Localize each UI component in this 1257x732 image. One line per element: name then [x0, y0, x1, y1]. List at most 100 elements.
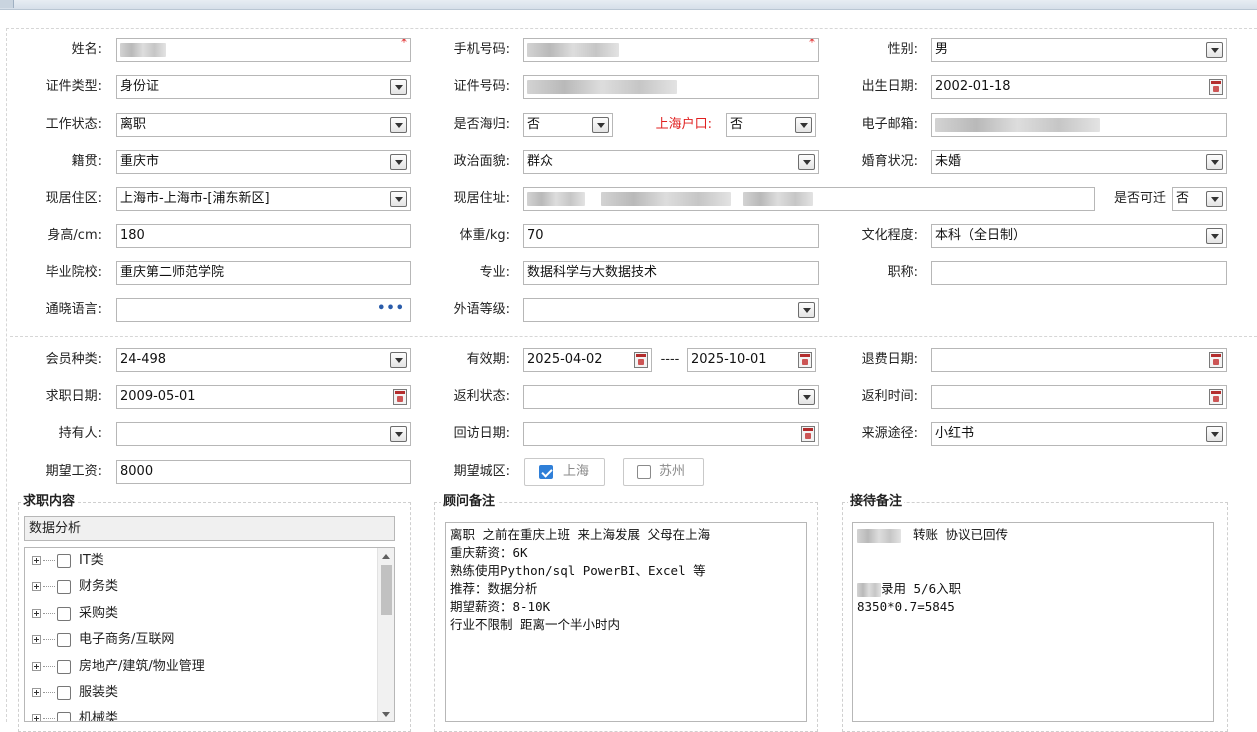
calendar-icon[interactable] — [634, 352, 648, 368]
expand-icon[interactable] — [32, 609, 41, 618]
ellipsis-icon[interactable]: ••• — [377, 302, 405, 316]
rebate-time-input[interactable] — [931, 385, 1227, 409]
chevron-down-icon[interactable] — [1206, 154, 1223, 170]
calendar-icon[interactable] — [393, 389, 407, 405]
chevron-down-icon[interactable] — [390, 352, 407, 368]
chevron-down-icon[interactable] — [390, 426, 407, 442]
redacted-address — [743, 191, 814, 206]
name-input[interactable]: * — [116, 38, 411, 62]
chevron-down-icon[interactable] — [390, 79, 407, 95]
chevron-down-icon[interactable] — [1206, 426, 1223, 442]
checkbox-icon[interactable] — [57, 712, 71, 721]
valid-from-input[interactable]: 2025-04-02 — [523, 348, 652, 372]
birth-date-input[interactable]: 2002-01-18 — [931, 75, 1227, 99]
section-divider — [10, 336, 1257, 337]
languages-input[interactable]: ••• — [116, 298, 411, 322]
calendar-icon[interactable] — [798, 352, 812, 368]
checkbox-icon[interactable] — [637, 465, 651, 479]
expand-icon[interactable] — [32, 688, 41, 697]
relocate-value: 否 — [1176, 191, 1190, 206]
checkbox-icon[interactable] — [57, 660, 71, 674]
tree-item[interactable]: 房地产/建筑/物业管理 — [25, 657, 380, 677]
member-type-select[interactable]: 24-498 — [116, 348, 411, 372]
refund-date-input[interactable] — [931, 348, 1227, 372]
idtype-select[interactable]: 身份证 — [116, 75, 411, 99]
calendar-icon[interactable] — [1209, 389, 1223, 405]
scroll-thumb[interactable] — [381, 565, 392, 615]
relocate-select[interactable]: 否 — [1172, 187, 1227, 211]
tree-item-label: 服装类 — [79, 685, 119, 700]
tree-item[interactable]: IT类 — [25, 551, 380, 571]
calendar-icon[interactable] — [1209, 79, 1223, 95]
city-option-shanghai[interactable]: 上海 — [524, 458, 605, 486]
job-date-input[interactable]: 2009-05-01 — [116, 385, 411, 409]
expand-icon[interactable] — [32, 582, 41, 591]
chevron-down-icon[interactable] — [1206, 228, 1223, 244]
rebate-status-select[interactable] — [523, 385, 819, 409]
salary-value: 8000 — [120, 464, 154, 479]
calendar-icon[interactable] — [1209, 352, 1223, 368]
advisor-notes-textarea[interactable]: 离职 之前在重庆上班 来上海发展 父母在上海 重庆薪资：6K 熟练使用Pytho… — [445, 522, 807, 722]
expand-icon[interactable] — [32, 714, 41, 721]
title-input[interactable] — [931, 261, 1227, 285]
chevron-down-icon[interactable] — [390, 191, 407, 207]
chevron-down-icon[interactable] — [795, 117, 812, 133]
chevron-down-icon[interactable] — [390, 117, 407, 133]
checkbox-icon[interactable] — [57, 633, 71, 647]
idno-input[interactable] — [523, 75, 819, 99]
phone-input[interactable]: * — [523, 38, 819, 62]
expand-icon[interactable] — [32, 662, 41, 671]
tree-item[interactable]: 采购类 — [25, 604, 380, 624]
checkbox-icon[interactable] — [57, 554, 71, 568]
tree-item[interactable]: 服装类 — [25, 683, 380, 703]
job-category-tree[interactable]: IT类 财务类 采购类 电子商务/互联网 房地产/建筑/物业管理 服装类 机械类 — [24, 547, 395, 722]
calendar-icon[interactable] — [801, 426, 815, 442]
tree-item-label: 财务类 — [79, 579, 119, 594]
chevron-down-icon[interactable] — [1206, 191, 1223, 207]
gender-select[interactable]: 男 — [931, 38, 1227, 62]
political-select[interactable]: 群众 — [523, 150, 819, 174]
checkbox-checked-icon[interactable] — [539, 465, 553, 479]
holder-select[interactable] — [116, 422, 411, 446]
shanghai-hukou-select[interactable]: 否 — [726, 113, 816, 137]
native-select[interactable]: 重庆市 — [116, 150, 411, 174]
city-option-suzhou[interactable]: 苏州 — [623, 458, 704, 486]
chevron-down-icon[interactable] — [592, 117, 609, 133]
chevron-down-icon[interactable] — [798, 302, 815, 318]
job-selected-field[interactable]: 数据分析 — [24, 516, 395, 541]
chevron-down-icon[interactable] — [390, 154, 407, 170]
salary-input[interactable]: 8000 — [116, 460, 411, 484]
checkbox-icon[interactable] — [57, 607, 71, 621]
workstatus-select[interactable]: 离职 — [116, 113, 411, 137]
visit-date-input[interactable] — [523, 422, 819, 446]
height-input[interactable]: 180 — [116, 224, 411, 248]
scroll-down-icon[interactable] — [382, 712, 390, 717]
tree-scrollbar[interactable] — [377, 548, 394, 721]
major-input[interactable]: 数据科学与大数据技术 — [523, 261, 819, 285]
checkbox-icon[interactable] — [57, 686, 71, 700]
foreign-level-label: 外语等级: — [453, 302, 510, 317]
chevron-down-icon[interactable] — [1206, 42, 1223, 58]
expand-icon[interactable] — [32, 635, 41, 644]
school-input[interactable]: 重庆第二师范学院 — [116, 261, 411, 285]
chevron-down-icon[interactable] — [798, 154, 815, 170]
address-input[interactable] — [523, 187, 1095, 211]
tree-item[interactable]: 机械类 — [25, 709, 380, 721]
source-select[interactable]: 小红书 — [931, 422, 1227, 446]
marital-select[interactable]: 未婚 — [931, 150, 1227, 174]
weight-input[interactable]: 70 — [523, 224, 819, 248]
checkbox-icon[interactable] — [57, 580, 71, 594]
returnee-select[interactable]: 否 — [523, 113, 613, 137]
foreign-level-select[interactable] — [523, 298, 819, 322]
redacted-address — [601, 191, 732, 206]
scroll-up-icon[interactable] — [382, 554, 390, 559]
valid-to-input[interactable]: 2025-10-01 — [687, 348, 816, 372]
reception-notes-textarea[interactable]: 转账 协议已回传 录用 5/6入职 8350*0.7=5845 — [852, 522, 1214, 722]
tree-item[interactable]: 财务类 — [25, 577, 380, 597]
tree-item[interactable]: 电子商务/互联网 — [25, 630, 380, 650]
chevron-down-icon[interactable] — [798, 389, 815, 405]
email-input[interactable] — [931, 113, 1227, 137]
expand-icon[interactable] — [32, 556, 41, 565]
education-select[interactable]: 本科（全日制） — [931, 224, 1227, 248]
district-select[interactable]: 上海市-上海市-[浦东新区] — [116, 187, 411, 211]
